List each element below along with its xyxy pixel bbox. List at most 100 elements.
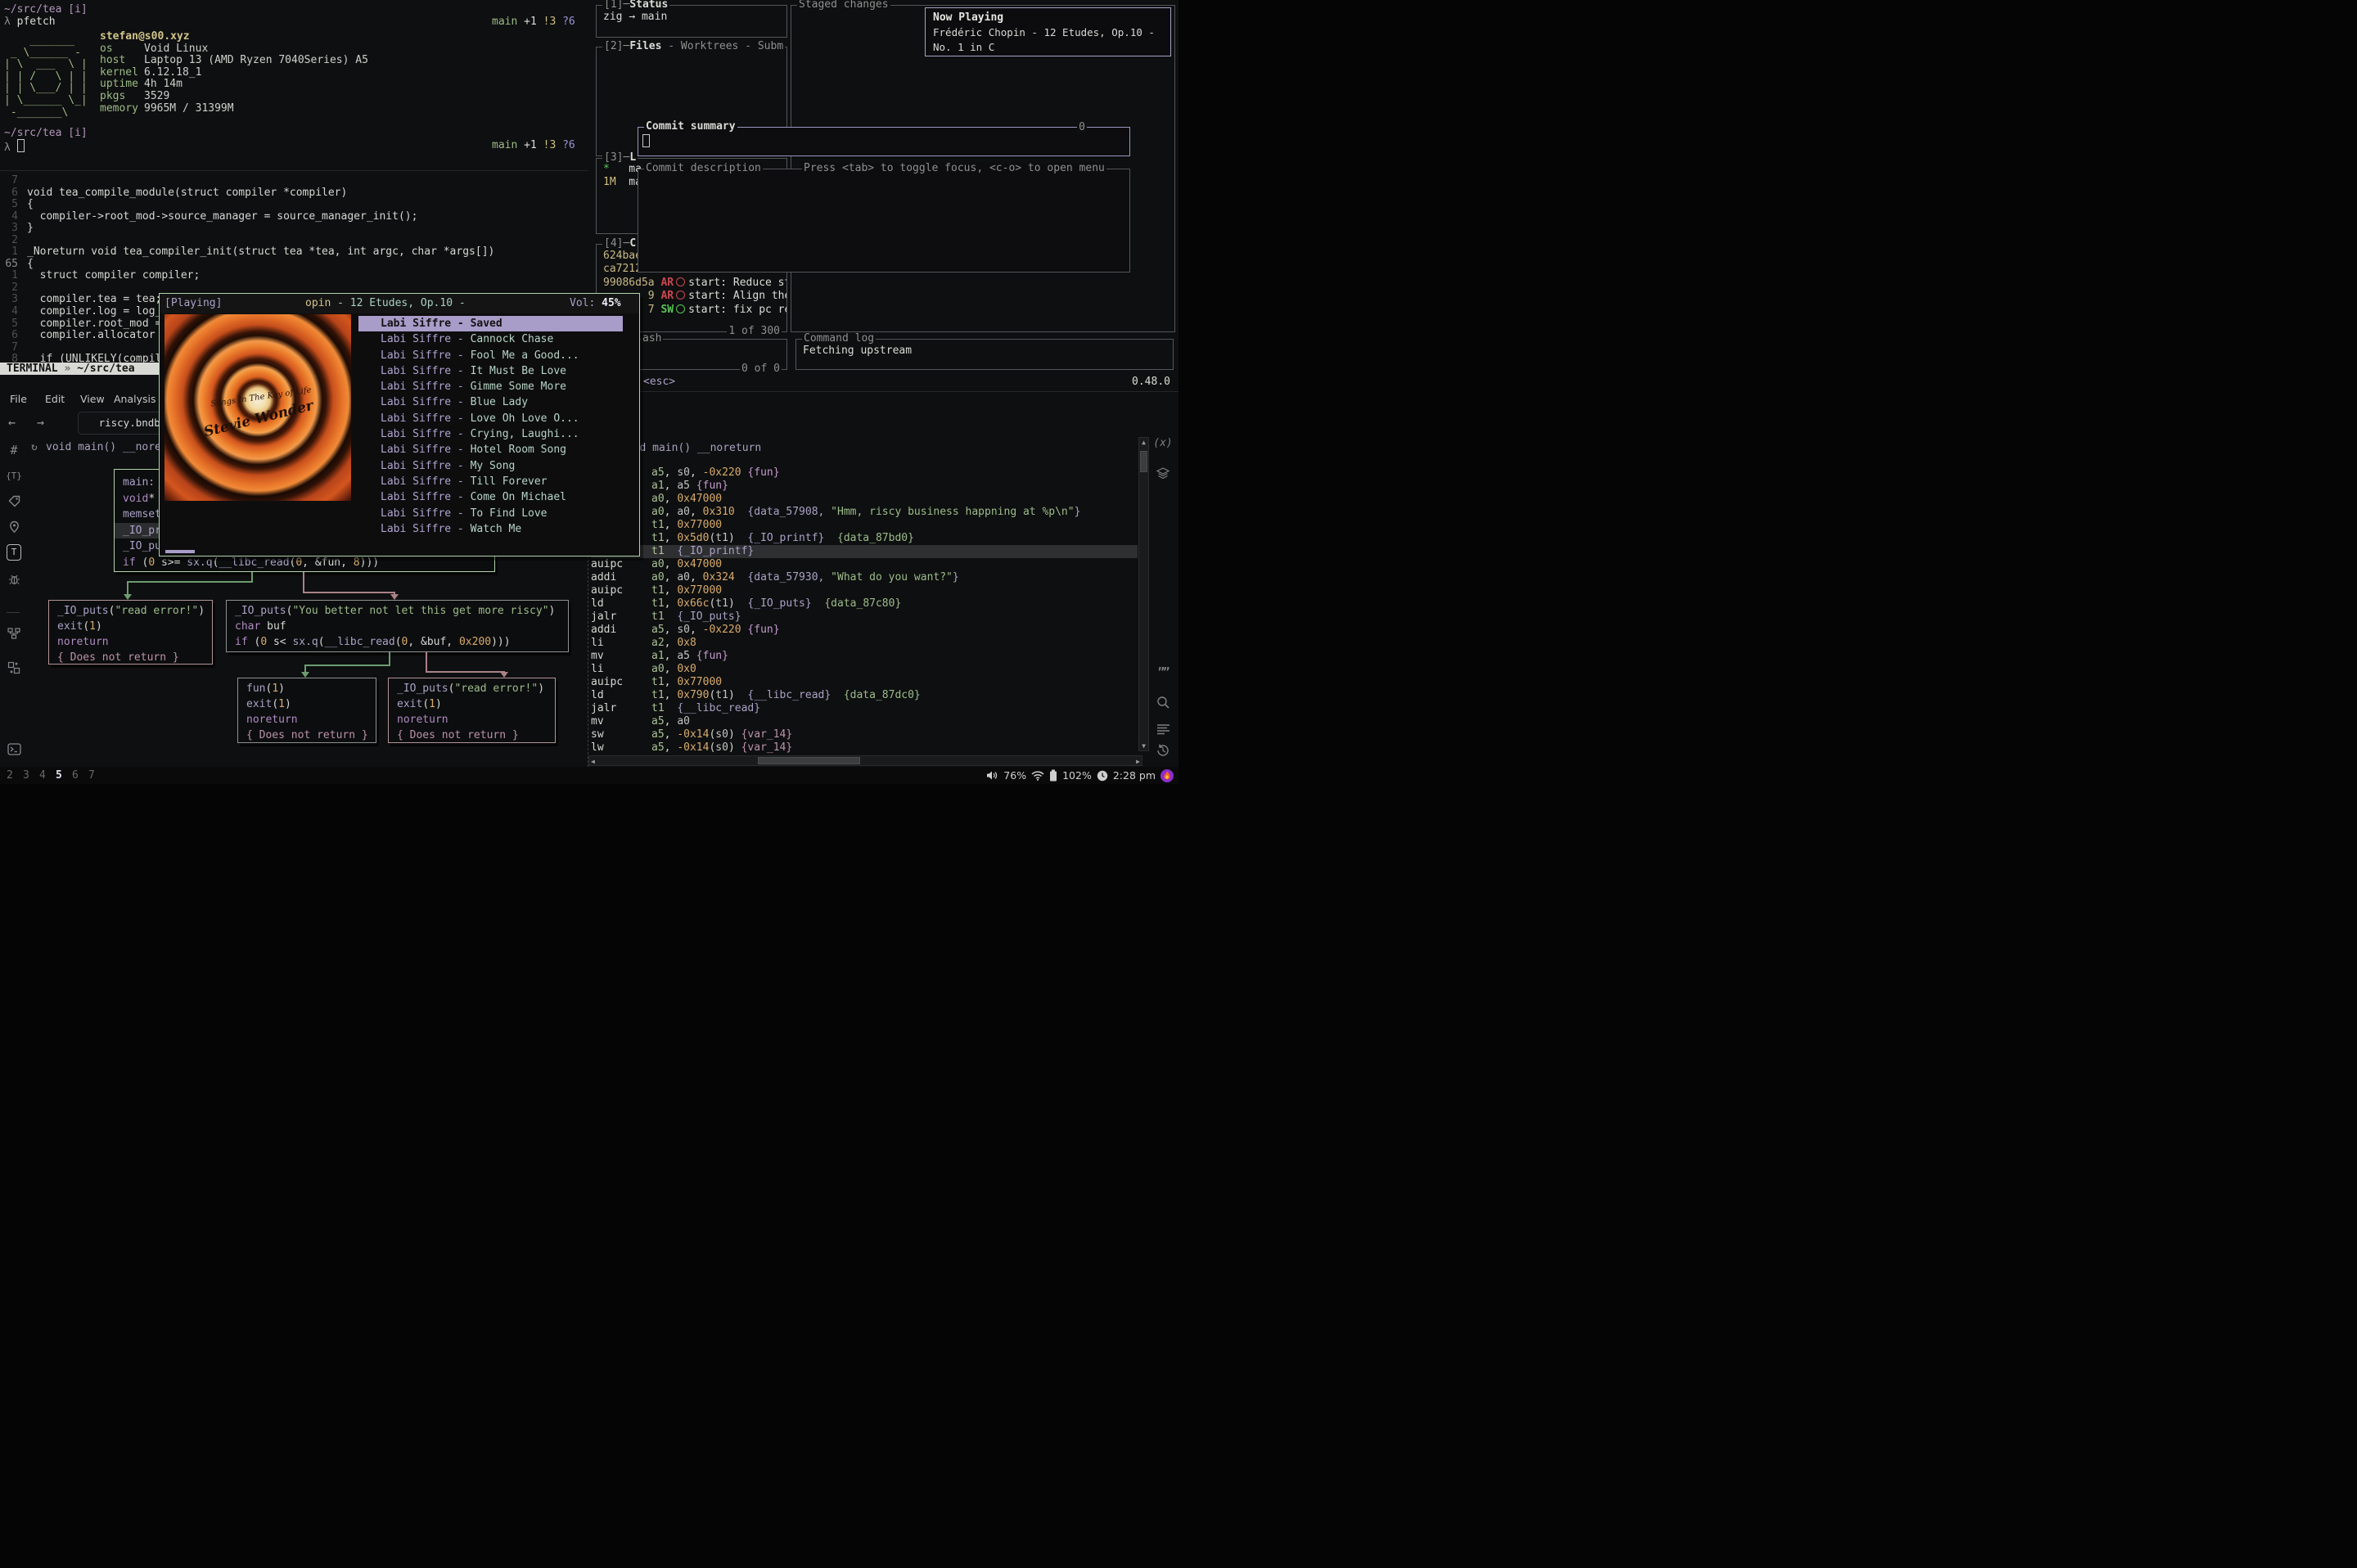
disasm-row[interactable]: a0, 0x47000	[591, 493, 1138, 506]
nav-back-icon[interactable]: ←	[8, 415, 16, 430]
disasm-row[interactable]: lia2, 0x8	[591, 637, 1138, 650]
logo-line: | \______ \_|	[4, 95, 88, 107]
disasm-row[interactable]: t1 {_IO_printf}	[591, 545, 1138, 558]
lazygit-status-panel[interactable]: [1]─Status zig → main	[596, 5, 787, 38]
playlist-item[interactable]: Labi Siffre - My Song	[358, 458, 623, 474]
workspace-5[interactable]: 5	[56, 767, 62, 784]
disasm-row[interactable]: addia5, s0, -0x220 {fun}	[591, 624, 1138, 637]
playlist-item[interactable]: Labi Siffre - Come On Michael	[358, 489, 623, 505]
disasm-row[interactable]: auipct1, 0x77000	[591, 584, 1138, 597]
refresh-icon[interactable]: ↻	[31, 441, 38, 453]
history-icon[interactable]	[1151, 743, 1175, 761]
playlist-item[interactable]: Labi Siffre - Love Oh Love O...	[358, 411, 623, 426]
disassembly-view[interactable]: a5, s0, -0x220 {fun}a1, a5 {fun}a0, 0x47…	[591, 466, 1138, 755]
disasm-row[interactable]: auipct1, 0x77000	[591, 676, 1138, 689]
console-icon[interactable]	[5, 743, 23, 759]
code-line: 5{	[0, 199, 588, 211]
disasm-row[interactable]: addia0, a0, 0x324 {data_57930, "What do …	[591, 571, 1138, 584]
commit-status-icon	[676, 291, 685, 300]
disasm-row[interactable]: t1, 0x5d0(t1) {_IO_printf} {data_87bd0}	[591, 532, 1138, 545]
progress-bar[interactable]	[165, 550, 195, 553]
playlist-item[interactable]: Labi Siffre - Cannock Chase	[358, 331, 623, 347]
playlist-item[interactable]: Labi Siffre - Watch Me	[358, 521, 623, 537]
strings-icon[interactable]: ””	[1151, 666, 1175, 679]
playlist-item[interactable]: Labi Siffre - Crying, Laughi...	[358, 426, 623, 442]
graph-node-read-error-1[interactable]: _IO_puts("read error!")exit(1)noreturn{ …	[48, 600, 213, 665]
disasm-row[interactable]: mva1, a5 {fun}	[591, 650, 1138, 663]
now-playing-notification[interactable]: Now Playing Frédéric Chopin - 12 Etudes,…	[925, 7, 1171, 56]
playlist-item[interactable]: Labi Siffre - Till Forever	[358, 474, 623, 489]
memory-map-icon[interactable]	[5, 661, 23, 678]
workspace-4[interactable]: 4	[39, 767, 46, 784]
playlist-item[interactable]: Labi Siffre - Gimme Some More	[358, 379, 623, 394]
playlist-item[interactable]: Labi Siffre - Saved	[358, 316, 623, 331]
menu-edit[interactable]: Edit	[45, 392, 65, 407]
split-divider	[0, 170, 588, 171]
escape-hint[interactable]: <esc>	[643, 376, 675, 388]
workspace-2[interactable]: 2	[7, 767, 13, 784]
prompt-path: ~/src/tea [i]	[4, 3, 88, 16]
disasm-row[interactable]: a1, a5 {fun}	[591, 480, 1138, 493]
disasm-row[interactable]: jalrt1 {__libc_read}	[591, 702, 1138, 715]
playlist-item[interactable]: Labi Siffre - It Must Be Love	[358, 363, 623, 379]
tag-icon[interactable]	[5, 495, 23, 511]
battery-icon[interactable]	[1049, 769, 1057, 782]
menu-file[interactable]: File	[10, 392, 27, 407]
wifi-icon[interactable]	[1031, 771, 1044, 781]
workspace-6[interactable]: 6	[72, 767, 79, 784]
location-pin-icon[interactable]	[5, 520, 23, 537]
disasm-row[interactable]: lwa5, -0x14(s0) {var_14}	[591, 741, 1138, 755]
disasm-row[interactable]: swa5, -0x14(s0) {var_14}	[591, 728, 1138, 741]
crossref-icon[interactable]: #	[5, 443, 23, 457]
graph-hierarchy-icon[interactable]	[5, 627, 23, 643]
disasm-row[interactable]: auipca0, 0x47000	[591, 558, 1138, 571]
logo-line: _______	[4, 35, 88, 47]
disasm-row[interactable]: mva5, a0	[591, 715, 1138, 728]
playlist-item[interactable]: Labi Siffre - To Find Love	[358, 506, 623, 521]
distro-flame-badge[interactable]	[1160, 769, 1174, 782]
prompt-command: λ pfetch	[4, 16, 56, 28]
volume-icon[interactable]	[986, 770, 998, 781]
log-icon[interactable]	[1151, 723, 1175, 738]
disasm-row[interactable]: jalrt1 {_IO_puts}	[591, 611, 1138, 624]
playlist[interactable]: Labi Siffre - SavedLabi Siffre - Cannock…	[358, 316, 623, 537]
edge-false-2	[426, 652, 427, 672]
text-cursor	[17, 139, 25, 152]
workspace-3[interactable]: 3	[23, 767, 29, 784]
playlist-item[interactable]: Labi Siffre - Hotel Room Song	[358, 442, 623, 457]
disasm-row[interactable]: a0, a0, 0x310 {data_57908, "Hmm, riscy b…	[591, 506, 1138, 519]
function-variables-icon[interactable]: (x)	[1151, 437, 1175, 449]
stack-layers-icon[interactable]	[1151, 466, 1175, 484]
graph-node-fun[interactable]: fun(1)exit(1)noreturn{ Does not return }	[237, 678, 376, 743]
horizontal-scrollbar[interactable]: ◀ ▶	[588, 755, 1142, 766]
vertical-scrollbar[interactable]: ▲ ▼	[1138, 437, 1149, 751]
disasm-row[interactable]: a5, s0, -0x220 {fun}	[591, 466, 1138, 480]
prompt-cursor-line[interactable]: λ	[4, 139, 25, 154]
workspace-7[interactable]: 7	[88, 767, 95, 784]
commit-summary-popup[interactable]: Commit summary 0	[638, 127, 1130, 156]
commit-status-icon	[676, 277, 685, 286]
disasm-row[interactable]: t1, 0x77000	[591, 519, 1138, 532]
disasm-row[interactable]: lia0, 0x0	[591, 663, 1138, 676]
debugger-bug-icon[interactable]	[5, 573, 23, 589]
fetch-field: memory9965M / 31399M	[100, 103, 368, 115]
edge-true-2	[389, 652, 390, 665]
graph-node-read-loop[interactable]: _IO_puts("You better not let this get mo…	[226, 600, 569, 652]
nav-forward-icon[interactable]: →	[37, 415, 44, 430]
disasm-row[interactable]: ldt1, 0x66c(t1) {_IO_puts} {data_87c80}	[591, 597, 1138, 611]
menu-view[interactable]: View	[80, 392, 105, 407]
commit-row[interactable]: 99086d5a ARstart: Reduce st	[603, 277, 786, 290]
music-player-window[interactable]: [Playing] opin - 12 Etudes, Op.10 - Vol:…	[159, 293, 640, 556]
type-view-icon-active[interactable]: T	[5, 544, 23, 561]
disasm-row[interactable]: ldt1, 0x790(t1) {__libc_read} {data_87dc…	[591, 689, 1138, 702]
find-icon[interactable]	[1151, 696, 1175, 713]
notification-title: Now Playing	[933, 11, 1163, 25]
system-tray[interactable]: 76% 102% 2:28 pm	[986, 767, 1174, 784]
playlist-item[interactable]: Labi Siffre - Blue Lady	[358, 394, 623, 410]
graph-node-read-error-2[interactable]: _IO_puts("read error!")exit(1)noreturn{ …	[388, 678, 556, 743]
fetch-field: hostLaptop 13 (AMD Ryzen 7040Series) A5	[100, 55, 368, 67]
types-icon[interactable]: {T}	[5, 471, 23, 481]
menu-analysis[interactable]: Analysis	[114, 392, 156, 407]
commit-description-popup[interactable]: Commit description Press <tab> to toggle…	[638, 169, 1130, 273]
playlist-item[interactable]: Labi Siffre - Fool Me a Good...	[358, 348, 623, 363]
